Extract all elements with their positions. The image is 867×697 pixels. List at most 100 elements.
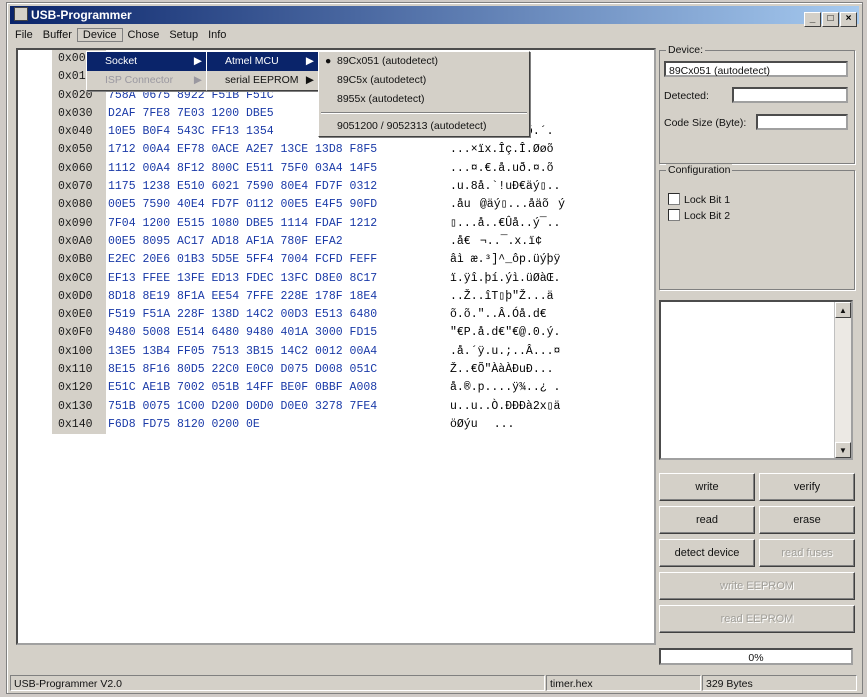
hex-row[interactable]: 0x090 7F04 1200 E515 1080 DBE5 1114 FDAF … bbox=[18, 214, 654, 233]
hex-row[interactable]: 0x060 1112 00A4 8F12 800C E511 75F0 03A4 … bbox=[18, 159, 654, 179]
menu-item-isp-connector[interactable]: ISP Connector ▶ bbox=[87, 71, 207, 90]
menu-item-atmel-mcu[interactable]: Atmel MCU ▶ bbox=[207, 52, 319, 71]
code-size-label: Code Size (Byte): bbox=[664, 117, 747, 129]
lock-bit-2-checkbox[interactable]: Lock Bit 2 bbox=[668, 209, 730, 222]
hex-bytes[interactable]: 8E15 8F16 80D5 22C0 E0C0 D075 D008 051C bbox=[108, 361, 377, 379]
detected-field[interactable] bbox=[732, 87, 848, 103]
hex-row[interactable]: 0x070 1175 1238 E510 6021 7590 80E4 FD7F … bbox=[18, 178, 654, 197]
maximize-button[interactable]: □ bbox=[822, 12, 839, 27]
ascii-text[interactable]: öØýu ... bbox=[450, 416, 514, 434]
ascii-text[interactable]: âì æ.³]^_ôp.üýþÿ bbox=[450, 251, 560, 269]
minimize-button[interactable]: _ bbox=[804, 12, 821, 27]
ascii-text[interactable]: .u.8å.`!uÐ€äý▯.. bbox=[450, 178, 560, 196]
menu-chose[interactable]: Chose bbox=[123, 29, 165, 41]
menu-item-label: 89Cx051 (autodetect) bbox=[337, 55, 438, 67]
hex-bytes[interactable]: 1112 00A4 8F12 800C E511 75F0 03A4 14F5 bbox=[108, 160, 377, 178]
menu-item-label: serial EEPROM bbox=[225, 74, 299, 86]
ascii-text[interactable]: å.®.p....ÿ¾..¿ . bbox=[450, 379, 560, 397]
hex-bytes[interactable]: F519 F51A 228F 138D 14C2 00D3 E513 6480 bbox=[108, 306, 377, 324]
menu-buffer[interactable]: Buffer bbox=[38, 29, 77, 41]
hex-address: 0x070 bbox=[52, 178, 106, 197]
ascii-text[interactable]: ..Ž..îT▯þ"Ž...ä bbox=[450, 288, 554, 306]
ascii-text[interactable]: ▯...å..€Ûå..ý¯.. bbox=[450, 215, 560, 233]
verify-button[interactable]: verify bbox=[759, 473, 855, 501]
hex-bytes[interactable]: F6D8 FD75 8120 0200 0E bbox=[108, 416, 260, 434]
hex-row[interactable]: 0x120 E51C AE1B 7002 051B 14FF BE0F 0BBF … bbox=[18, 379, 654, 398]
code-size-field[interactable] bbox=[756, 114, 848, 130]
ascii-text[interactable]: "€P.å.d€"€@.0.ý. bbox=[450, 324, 560, 342]
menu-item-socket[interactable]: Socket ▶ bbox=[87, 52, 207, 71]
radio-dot-icon: ● bbox=[325, 55, 332, 67]
hex-row[interactable]: 0x0D0 8D18 8E19 8F1A EE54 7FFE 228E 178F … bbox=[18, 287, 654, 307]
ascii-text[interactable]: u..u..Ò.ÐÐÐà2x▯ä bbox=[450, 398, 560, 416]
menu-device[interactable]: Device bbox=[76, 28, 123, 42]
read-fuses-button[interactable]: read fuses bbox=[759, 539, 855, 567]
hex-bytes[interactable]: 1175 1238 E510 6021 7590 80E4 FD7F 0312 bbox=[108, 178, 377, 196]
hex-row[interactable]: 0x0F0 9480 5008 E514 6480 9480 401A 3000 … bbox=[18, 324, 654, 343]
scroll-up-icon[interactable]: ▲ bbox=[835, 302, 851, 318]
hex-bytes[interactable]: 7F04 1200 E515 1080 DBE5 1114 FDAF 1212 bbox=[108, 215, 377, 233]
hex-row[interactable]: 0x0E0 F519 F51A 228F 138D 14C2 00D3 E513 … bbox=[18, 306, 654, 325]
title-bar[interactable]: USB-Programmer _ □ × bbox=[10, 6, 859, 27]
ascii-text[interactable]: .å.´ÿ.u.;..Â...¤ bbox=[450, 343, 560, 361]
hex-row[interactable]: 0x130 751B 0075 1C00 D200 D0D0 D0E0 3278 … bbox=[18, 397, 654, 416]
ascii-text[interactable]: ...¤.€.å.uð.¤.õ bbox=[450, 160, 554, 178]
hex-row[interactable]: 0x050 1712 00A4 EF78 0ACE A2E7 13CE 13D8 … bbox=[18, 141, 654, 160]
scroll-down-icon[interactable]: ▼ bbox=[835, 442, 851, 458]
close-button[interactable]: × bbox=[840, 12, 857, 27]
hex-row[interactable]: 0x110 8E15 8F16 80D5 22C0 E0C0 D075 D008 … bbox=[18, 361, 654, 380]
write-button[interactable]: write bbox=[659, 473, 755, 501]
hex-row[interactable]: 0x0B0 E2EC 20E6 01B3 5D5E 5FF4 7004 FCFD … bbox=[18, 251, 654, 270]
hex-bytes[interactable]: 1712 00A4 EF78 0ACE A2E7 13CE 13D8 F8F5 bbox=[108, 141, 377, 159]
detect-device-button[interactable]: detect device bbox=[659, 539, 755, 567]
device-field[interactable]: 89Cx051 (autodetect) bbox=[664, 61, 848, 77]
hex-row[interactable]: 0x0A0 00E5 8095 AC17 AD18 AF1A 780F EFA2.… bbox=[18, 232, 654, 252]
hex-editor[interactable]: 0x000ÿÿÿ...▯.0x010u°ÿð¨uŒ.0x020758A 0675… bbox=[16, 48, 656, 645]
menu-info[interactable]: Info bbox=[203, 29, 231, 41]
ascii-text[interactable]: ï.ÿî.þí.ýì.üØàŒ. bbox=[450, 270, 560, 288]
menu-setup[interactable]: Setup bbox=[164, 29, 203, 41]
hex-address: 0x100 bbox=[52, 342, 106, 362]
hex-bytes[interactable]: D2AF 7FE8 7E03 1200 DBE5 bbox=[108, 105, 274, 123]
progress-label: 0% bbox=[748, 652, 764, 664]
device-label: Device: bbox=[666, 44, 706, 56]
hex-address: 0x050 bbox=[52, 141, 106, 160]
hex-row[interactable]: 0x140 F6D8 FD75 8120 0200 0E öØýu ... bbox=[18, 415, 654, 435]
log-scrollbar[interactable]: ▲ ▼ bbox=[834, 302, 851, 458]
lock-bit-1-label: Lock Bit 1 bbox=[684, 194, 731, 206]
hex-bytes[interactable]: 751B 0075 1C00 D200 D0D0 D0E0 3278 7FE4 bbox=[108, 398, 377, 416]
hex-row[interactable]: 0x100 13E5 13B4 FF05 7513 3B15 14C2 0012 … bbox=[18, 342, 654, 362]
hex-bytes[interactable]: 00E5 8095 AC17 AD18 AF1A 780F EFA2 bbox=[108, 233, 343, 251]
write-eeprom-button[interactable]: write EEPROM bbox=[659, 572, 855, 600]
chevron-right-icon: ▶ bbox=[305, 55, 314, 67]
ascii-text[interactable]: .åu@äý▯...åäõý bbox=[450, 196, 565, 214]
hex-row[interactable]: 0x080 00E5 7590 40E4 FD7F 0112 00E5 E4F5 … bbox=[18, 196, 654, 215]
hex-row[interactable]: 0x0C0 EF13 FFEE 13FE ED13 FDEC 13FC D8E0 … bbox=[18, 269, 654, 288]
hex-bytes[interactable]: 9480 5008 E514 6480 9480 401A 3000 FD15 bbox=[108, 324, 377, 342]
menu-item-89c5x[interactable]: 89C5x (autodetect) bbox=[319, 71, 529, 90]
hex-bytes[interactable]: 00E5 7590 40E4 FD7F 0112 00E5 E4F5 90FD bbox=[108, 196, 377, 214]
hex-bytes[interactable]: E2EC 20E6 01B3 5D5E 5FF4 7004 FCFD FEFF bbox=[108, 251, 377, 269]
ascii-text[interactable]: Ž..€Õ"ÀàÀÐuÐ... bbox=[450, 361, 554, 379]
hex-bytes[interactable]: 10E5 B0F4 543C FF13 1354 bbox=[108, 123, 274, 141]
hex-bytes[interactable]: 13E5 13B4 FF05 7513 3B15 14C2 0012 00A4 bbox=[108, 343, 377, 361]
hex-address: 0x0F0 bbox=[52, 324, 106, 343]
erase-button[interactable]: erase bbox=[759, 506, 855, 534]
read-button[interactable]: read bbox=[659, 506, 755, 534]
menu-item-89cx051[interactable]: ● 89Cx051 (autodetect) bbox=[319, 52, 529, 71]
hex-bytes[interactable]: EF13 FFEE 13FE ED13 FDEC 13FC D8E0 8C17 bbox=[108, 270, 377, 288]
read-eeprom-button[interactable]: read EEPROM bbox=[659, 605, 855, 633]
ascii-text[interactable]: ...×ïx.Îç.Î.Øøõ bbox=[450, 141, 554, 159]
menu-file[interactable]: File bbox=[10, 29, 38, 41]
lock-bit-1-checkbox[interactable]: Lock Bit 1 bbox=[668, 193, 730, 206]
hex-bytes[interactable]: E51C AE1B 7002 051B 14FF BE0F 0BBF A008 bbox=[108, 379, 377, 397]
window-title: USB-Programmer bbox=[31, 8, 132, 22]
ascii-text[interactable]: õ.õ."..Â.Óå.d€ bbox=[450, 306, 547, 324]
hex-bytes[interactable]: 8D18 8E19 8F1A EE54 7FFE 228E 178F 18E4 bbox=[108, 288, 377, 306]
log-textarea[interactable]: ▲ ▼ bbox=[659, 300, 853, 460]
menu-item-serial-eeprom[interactable]: serial EEPROM ▶ bbox=[207, 71, 319, 90]
menu-item-9051200[interactable]: 9051200 / 9052313 (autodetect) bbox=[319, 117, 529, 136]
app-icon bbox=[14, 7, 28, 21]
menu-item-8955x[interactable]: 8955x (autodetect) bbox=[319, 90, 529, 109]
ascii-text[interactable]: .å€¬.­.¯.x.ï¢ bbox=[450, 233, 542, 251]
